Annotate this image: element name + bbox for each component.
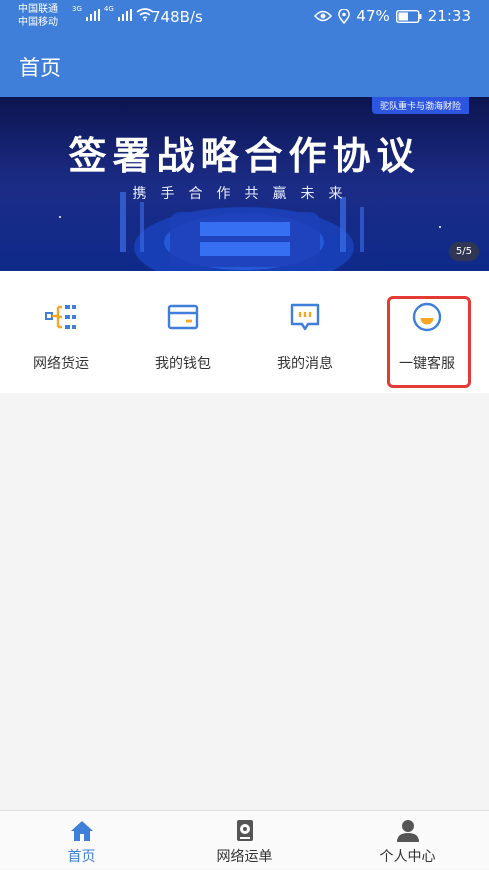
promo-banner[interactable]: 驼队重卡与渤海财险 签署战略合作协议 携手合作共赢未来 5/5 (0, 97, 489, 271)
carrier-1: 中国联通 (18, 4, 58, 15)
battery-percent: 47% (356, 7, 390, 25)
status-right: 47% 21:33 (314, 7, 471, 25)
nav-home[interactable]: 首页 (0, 811, 163, 870)
feature-label: 我的消息 (277, 356, 333, 372)
nav-label: 网络运单 (216, 849, 273, 865)
carrier-2: 中国移动 (18, 17, 58, 28)
waybill-icon (237, 820, 253, 841)
feature-wallet[interactable]: 我的钱包 (122, 271, 244, 393)
feature-messages[interactable]: 我的消息 (244, 271, 366, 393)
profile-icon (397, 820, 419, 842)
status-bar: 中国联通 中国移动 3G 4G 748B/s 47% 21:33 (0, 0, 489, 34)
app-header: 首页 (0, 34, 489, 97)
nav-waybill[interactable]: 网络运单 (163, 811, 326, 870)
feature-network-freight[interactable]: 网络货运 (0, 271, 122, 393)
network-freight-icon (45, 305, 76, 329)
net-type-2: 4G (103, 4, 114, 13)
clock: 21:33 (427, 7, 471, 25)
net-type-1: 3G (72, 4, 82, 13)
banner-headline: 签署战略合作协议 (68, 134, 421, 178)
network-speed: 748B/s (151, 8, 203, 26)
network-indicators: 3G 4G (72, 4, 154, 21)
banner-subtitle: 携手合作共赢未来 (132, 186, 357, 202)
eye-icon (314, 10, 333, 22)
home-icon (71, 821, 93, 841)
signal-icon-2 (117, 8, 132, 21)
page-title: 首页 (19, 56, 61, 80)
banner-tag: 驼队重卡与渤海财险 (371, 97, 469, 114)
nav-profile[interactable]: 个人中心 (326, 811, 489, 870)
banner-page-indicator: 5/5 (448, 242, 479, 261)
carrier-info: 中国联通 中国移动 (18, 3, 58, 29)
wallet-icon (167, 304, 199, 330)
message-icon (290, 303, 320, 331)
nav-label: 个人中心 (379, 849, 436, 865)
highlight-box (387, 296, 471, 388)
main-content (0, 393, 489, 810)
battery-icon (395, 9, 422, 23)
nav-label: 首页 (67, 849, 96, 865)
bottom-nav: 首页 网络运单 个人中心 (0, 810, 489, 869)
feature-label: 我的钱包 (155, 356, 211, 372)
signal-icon (85, 8, 100, 21)
location-icon (338, 8, 351, 24)
feature-label: 网络货运 (33, 356, 89, 372)
